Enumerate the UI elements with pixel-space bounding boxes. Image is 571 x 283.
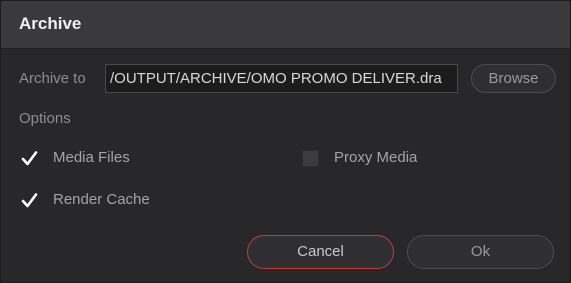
archive-to-label: Archive to — [19, 70, 86, 87]
ok-button[interactable]: Ok — [407, 235, 554, 269]
cancel-button[interactable]: Cancel — [247, 235, 394, 269]
archive-dialog: Archive Archive to /OUTPUT/ARCHIVE/OMO P… — [0, 0, 571, 283]
media-files-checkbox[interactable] — [21, 150, 38, 167]
media-files-label: Media Files — [53, 149, 130, 166]
dialog-titlebar: Archive — [1, 1, 570, 49]
proxy-media-label: Proxy Media — [334, 149, 418, 166]
browse-button[interactable]: Browse — [471, 64, 556, 93]
checkmark-icon — [21, 151, 38, 166]
render-cache-label: Render Cache — [53, 191, 150, 208]
checkmark-icon — [21, 193, 38, 208]
dialog-title: Archive — [19, 14, 82, 33]
options-label: Options — [19, 110, 71, 127]
proxy-media-checkbox[interactable] — [302, 150, 319, 167]
archive-path-field[interactable]: /OUTPUT/ARCHIVE/OMO PROMO DELIVER.dra — [105, 64, 458, 93]
render-cache-checkbox[interactable] — [21, 192, 38, 209]
